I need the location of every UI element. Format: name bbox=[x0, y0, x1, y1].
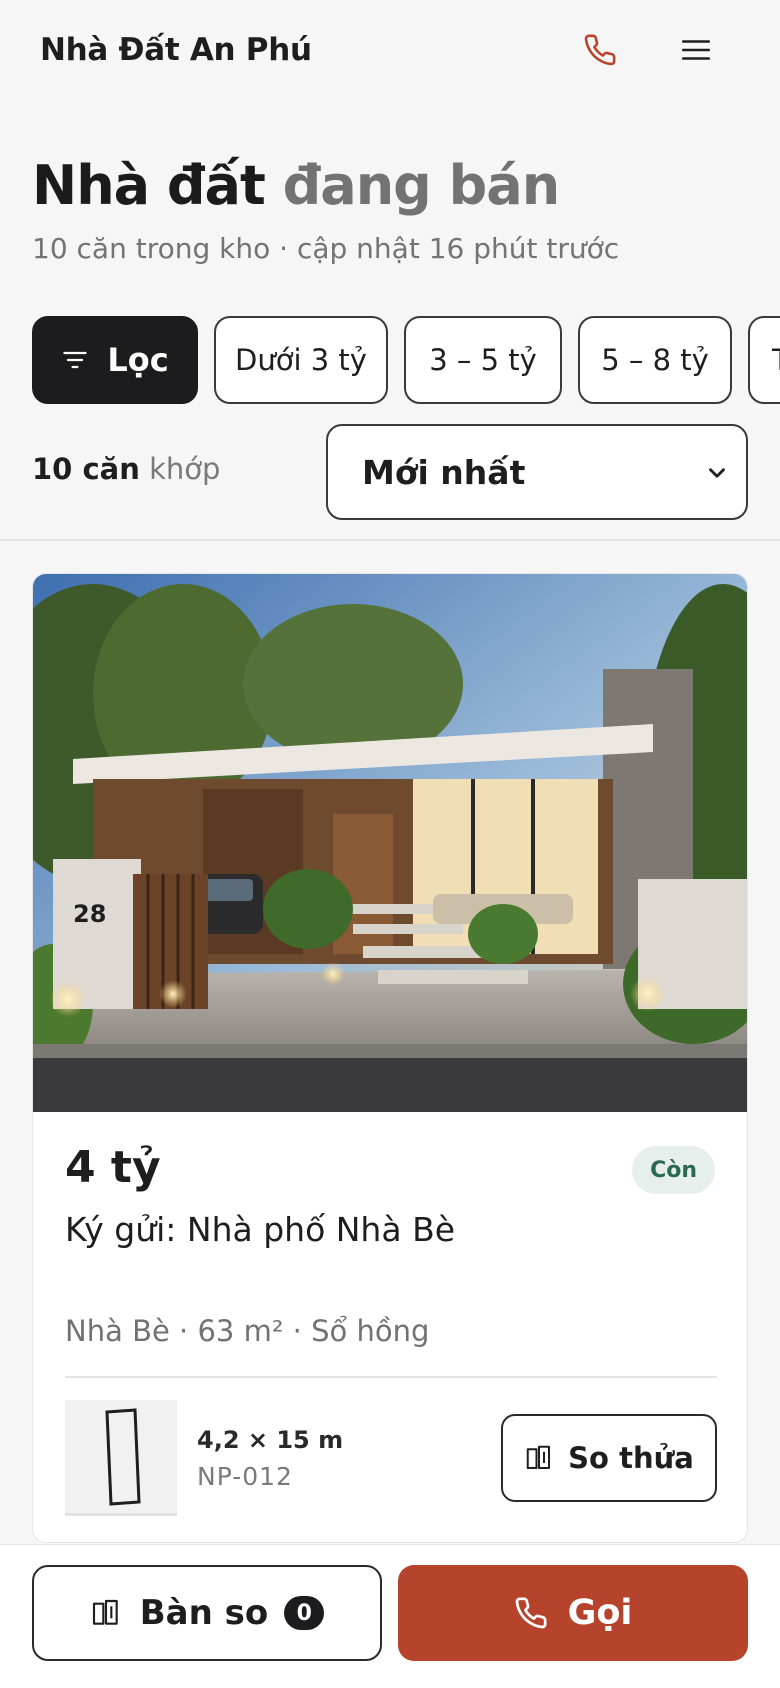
listing-price: 4 tỷ bbox=[65, 1142, 161, 1193]
chip-3-5[interactable]: 3 – 5 tỷ bbox=[404, 316, 562, 404]
filter-button[interactable]: Lọc bbox=[32, 316, 198, 404]
result-count: 10 căn khớp bbox=[32, 452, 220, 486]
house-number: 28 bbox=[73, 900, 106, 928]
plot-outline-icon bbox=[105, 1407, 141, 1506]
call-label: Gọi bbox=[567, 1593, 633, 1633]
page-title-main: Nhà đất bbox=[32, 154, 266, 217]
compare-tray-button[interactable]: Bàn so 0 bbox=[32, 1565, 382, 1661]
filter-icon bbox=[63, 351, 87, 369]
listing-meta: Nhà Bè · 63 m² · Sổ hồng bbox=[65, 1314, 430, 1348]
status-badge: Còn bbox=[632, 1146, 715, 1194]
compare-icon bbox=[526, 1445, 551, 1469]
sort-selected: Mới nhất bbox=[362, 452, 526, 492]
compare-tray-count: 0 bbox=[284, 1596, 325, 1630]
menu-button[interactable] bbox=[674, 28, 718, 72]
plot-shape-thumbnail bbox=[65, 1400, 177, 1516]
menu-icon bbox=[681, 40, 711, 60]
phone-icon bbox=[515, 1597, 547, 1629]
bottom-action-bar: Bàn so 0 Gọi bbox=[0, 1544, 780, 1688]
listing-code: NP-012 bbox=[197, 1462, 293, 1491]
chevron-down-icon bbox=[709, 468, 725, 478]
call-button[interactable]: Gọi bbox=[398, 1565, 748, 1661]
chip-5-8[interactable]: 5 – 8 tỷ bbox=[578, 316, 732, 404]
filter-label: Lọc bbox=[107, 341, 169, 379]
compare-icon bbox=[92, 1599, 118, 1625]
brand-name[interactable]: Nhà Đất An Phú bbox=[40, 32, 312, 68]
listing-card[interactable]: 28 4 tỷ Còn Ký gửi: Nhà phố Nhà Bè Nhà B… bbox=[32, 573, 748, 1543]
card-divider bbox=[65, 1376, 717, 1378]
listing-photo[interactable]: 28 bbox=[33, 574, 747, 1112]
result-count-suffix: khớp bbox=[149, 452, 221, 486]
plot-dimensions: 4,2 × 15 m bbox=[197, 1426, 344, 1454]
compare-button[interactable]: So thửa bbox=[501, 1414, 717, 1502]
chip-more[interactable]: T bbox=[748, 316, 780, 404]
page: Nhà Đất An Phú Nhà đất đang bán 10 căn t… bbox=[0, 0, 780, 1688]
phone-icon bbox=[584, 34, 616, 66]
house-photo: 28 bbox=[33, 574, 747, 1112]
result-count-value: 10 căn bbox=[32, 452, 140, 486]
page-subtitle: 10 căn trong kho · cập nhật 16 phút trướ… bbox=[32, 232, 620, 265]
filter-chips: Lọc Dưới 3 tỷ 3 – 5 tỷ 5 – 8 tỷ T bbox=[32, 316, 780, 404]
section-divider bbox=[0, 539, 780, 541]
top-bar: Nhà Đất An Phú bbox=[0, 0, 780, 104]
chip-under-3[interactable]: Dưới 3 tỷ bbox=[214, 316, 388, 404]
phone-button[interactable] bbox=[578, 28, 622, 72]
compare-label: So thửa bbox=[568, 1441, 694, 1475]
listing-title[interactable]: Ký gửi: Nhà phố Nhà Bè bbox=[65, 1210, 455, 1249]
page-title: Nhà đất đang bán bbox=[32, 150, 561, 222]
page-title-accent: đang bán bbox=[282, 154, 561, 217]
sort-select[interactable]: Mới nhất bbox=[326, 424, 748, 520]
compare-tray-label: Bàn so bbox=[139, 1593, 269, 1633]
